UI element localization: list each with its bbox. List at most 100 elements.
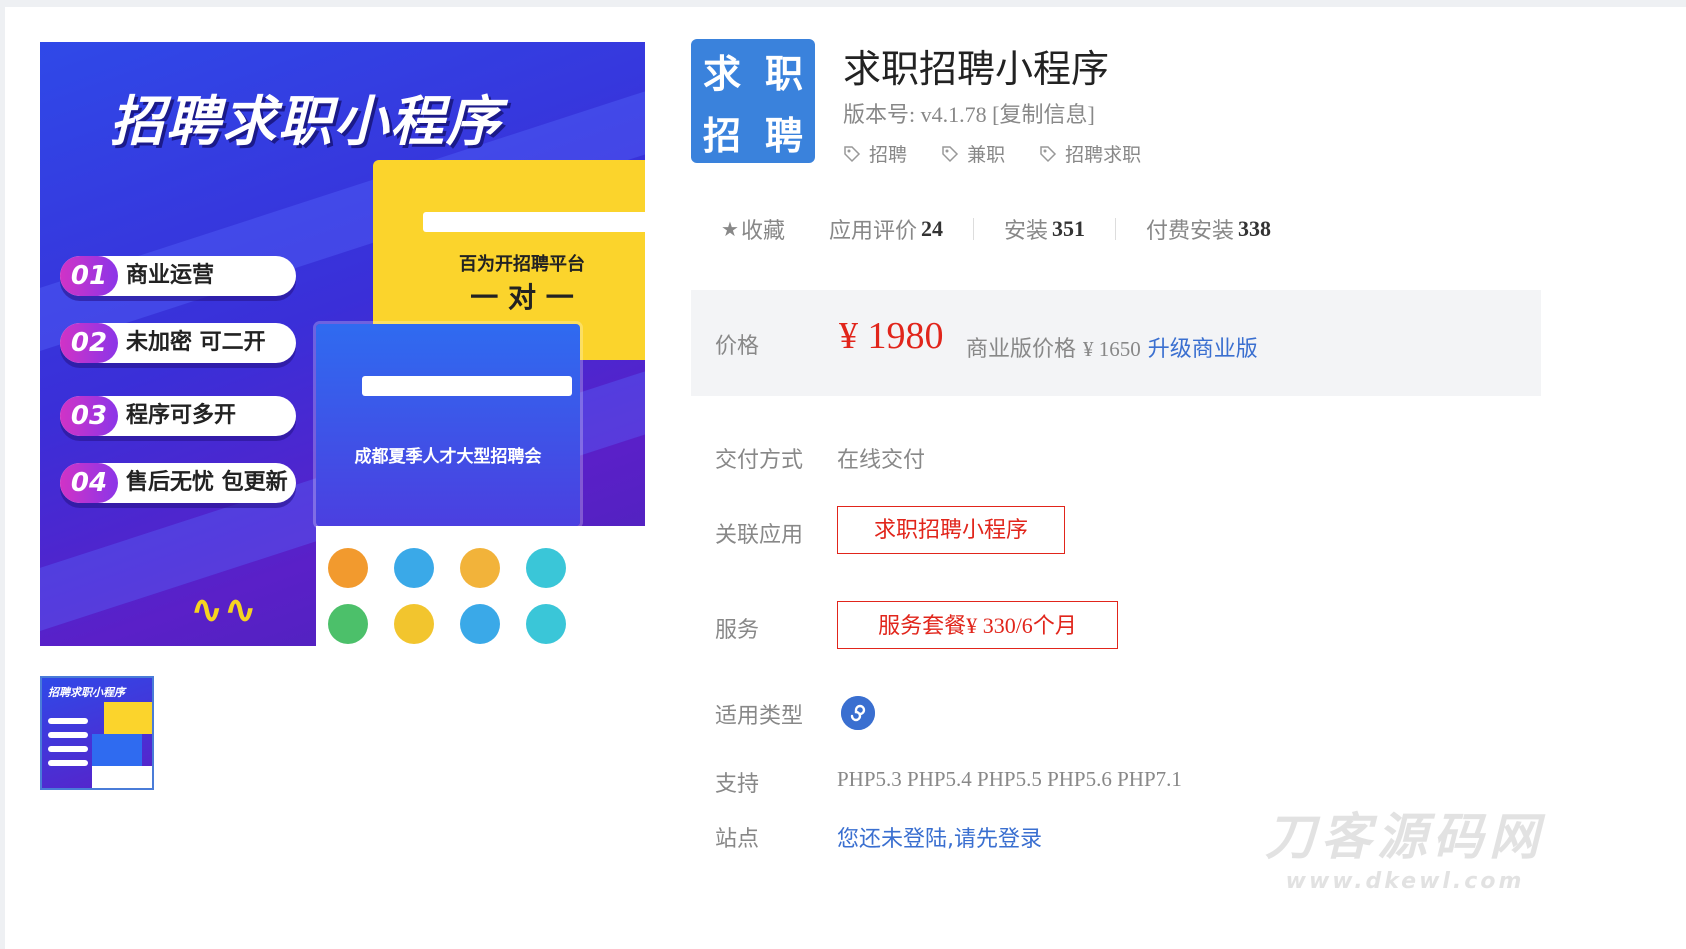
price-panel: 价格 ¥ 1980 商业版价格 ¥ 1650 升级商业版 (691, 290, 1541, 396)
rating-stat[interactable]: 应用评价 24 (829, 213, 943, 245)
thumb-pill (48, 718, 88, 724)
copy-info-link[interactable]: [复制信息] (992, 102, 1095, 127)
star-icon: ★ (721, 217, 739, 241)
feature-text: 商业运营 (126, 263, 215, 288)
product-main-image[interactable]: 招聘求职小程序 百为开招聘平台 一 对 一 成都夏季人才大型招聘会 01 商业运… (40, 42, 645, 646)
feature-text: 程序可多开 (126, 403, 237, 428)
upgrade-business-link[interactable]: 升级商业版 (1148, 337, 1258, 362)
tag-label: 兼职 (967, 144, 1006, 166)
hero-title: 招聘求职小程序 (110, 90, 502, 153)
mock-app-icon (460, 548, 500, 588)
service-prefix: 服务套餐 (878, 614, 967, 639)
mock-event-title: 成都夏季人才大型招聘会 (354, 447, 542, 467)
support-value: PHP5.3 PHP5.4 PHP5.5 PHP5.6 PHP7.1 (837, 767, 1182, 791)
mock-search-bar (423, 212, 645, 232)
phone-mockup-grid (316, 526, 645, 646)
divider (1114, 218, 1116, 240)
mock-app-icon (328, 548, 368, 588)
feature-number: 02 (60, 323, 118, 363)
feature-number: 01 (60, 256, 118, 296)
watermark-url: www.dkewl.com (1285, 869, 1525, 894)
watermark-title: 刀客源码网 (1265, 808, 1545, 866)
product-thumbnail[interactable]: 招聘求职小程序 (40, 676, 154, 790)
paid-install-label: 付费安装 (1145, 219, 1234, 244)
login-link[interactable]: 您还未登陆,请先登录 (837, 821, 1042, 853)
rating-count: 24 (920, 216, 943, 241)
site-label: 站点 (715, 827, 760, 852)
mock-slogan: 百为开招聘平台 (459, 254, 585, 275)
feature-text: 未加密 可二开 (126, 330, 266, 355)
thumb-pill (48, 746, 88, 752)
mock-app-icon (526, 548, 566, 588)
tag-list: 招聘 兼职 招聘求职 (843, 140, 1169, 168)
install-stat: 安装 351 (1004, 213, 1085, 245)
mock-app-icon (394, 548, 434, 588)
version-label: 版本号: (843, 102, 916, 127)
stats-bar: ★ 收藏 应用评价 24 安装 351 付费安装 338 (721, 211, 1271, 247)
thumb-pill (48, 732, 88, 738)
service-label: 服务 (715, 618, 760, 643)
tag-icon (942, 145, 959, 162)
tag-item[interactable]: 招聘 (843, 140, 907, 167)
mock-app-icon (526, 604, 566, 644)
divider (972, 218, 974, 240)
business-price-value: ¥ 1650 (1083, 337, 1141, 361)
mini-program-icon (841, 696, 875, 730)
squiggle-decor: ∿∿ (190, 587, 258, 633)
mock-app-icon (328, 604, 368, 644)
mock-app-icon (394, 604, 434, 644)
service-price: ¥ 330/6 (966, 613, 1033, 638)
favorite-button[interactable]: ★ 收藏 (721, 213, 785, 245)
logo-char: 招 (702, 113, 741, 158)
favorite-label: 收藏 (740, 219, 785, 244)
feature-number: 03 (60, 396, 118, 436)
feature-pill: 02 未加密 可二开 (60, 323, 296, 363)
paid-install-count: 338 (1238, 216, 1271, 241)
logo-char: 求 (702, 51, 741, 96)
thumb-panel (92, 734, 142, 766)
feature-text: 售后无忧 包更新 (126, 470, 288, 495)
business-price: 商业版价格 ¥ 1650 升级商业版 (966, 331, 1258, 363)
mini-program-glyph (841, 696, 875, 730)
feature-pill: 01 商业运营 (60, 256, 296, 296)
app-logo: 求 职 招 聘 (691, 39, 815, 163)
feature-pill: 04 售后无忧 包更新 (60, 463, 296, 503)
tag-item[interactable]: 招聘求职 (1039, 140, 1141, 167)
service-package-button[interactable]: 服务套餐¥ 330/6个月 (837, 601, 1118, 649)
rating-label: 应用评价 (828, 219, 917, 244)
thumb-panel (104, 702, 152, 734)
tag-icon (844, 145, 861, 162)
app-title: 求职招聘小程序 (843, 47, 1110, 91)
related-app-label: 关联应用 (715, 523, 804, 548)
tag-item[interactable]: 兼职 (941, 140, 1005, 167)
price-label: 价格 (715, 334, 760, 359)
page: 招聘求职小程序 百为开招聘平台 一 对 一 成都夏季人才大型招聘会 01 商业运… (5, 7, 1686, 949)
delivery-label: 交付方式 (715, 448, 804, 473)
logo-char: 聘 (764, 113, 803, 158)
version-value: v4.1.78 (920, 102, 987, 127)
delivery-value: 在线交付 (837, 448, 926, 473)
watermark: 刀客源码网 www.dkewl.com (1255, 797, 1555, 894)
service-suffix: 个月 (1032, 614, 1077, 639)
thumb-panel (92, 766, 152, 788)
tag-label: 招聘求职 (1065, 144, 1142, 166)
mock-search-bar (362, 376, 572, 396)
tag-label: 招聘 (869, 144, 908, 166)
phone-mockup-blue: 成都夏季人才大型招聘会 (316, 324, 580, 526)
mock-app-icon (460, 604, 500, 644)
mock-slogan-2: 一 对 一 (470, 281, 574, 314)
install-count: 351 (1051, 216, 1085, 241)
thumb-pill (48, 760, 88, 766)
support-label: 支持 (715, 772, 760, 797)
related-app-button[interactable]: 求职招聘小程序 (837, 506, 1065, 554)
version-info: 版本号: v4.1.78 [复制信息] (843, 97, 1095, 129)
paid-install-stat: 付费安装 338 (1146, 213, 1271, 245)
thumb-title: 招聘求职小程序 (48, 686, 125, 699)
business-price-label: 商业版价格 (966, 337, 1077, 362)
price-value: ¥ 1980 (839, 315, 944, 357)
logo-char: 职 (764, 51, 803, 96)
feature-number: 04 (60, 463, 118, 503)
type-label: 适用类型 (715, 704, 804, 729)
tag-icon (1040, 145, 1057, 162)
feature-pill: 03 程序可多开 (60, 396, 296, 436)
